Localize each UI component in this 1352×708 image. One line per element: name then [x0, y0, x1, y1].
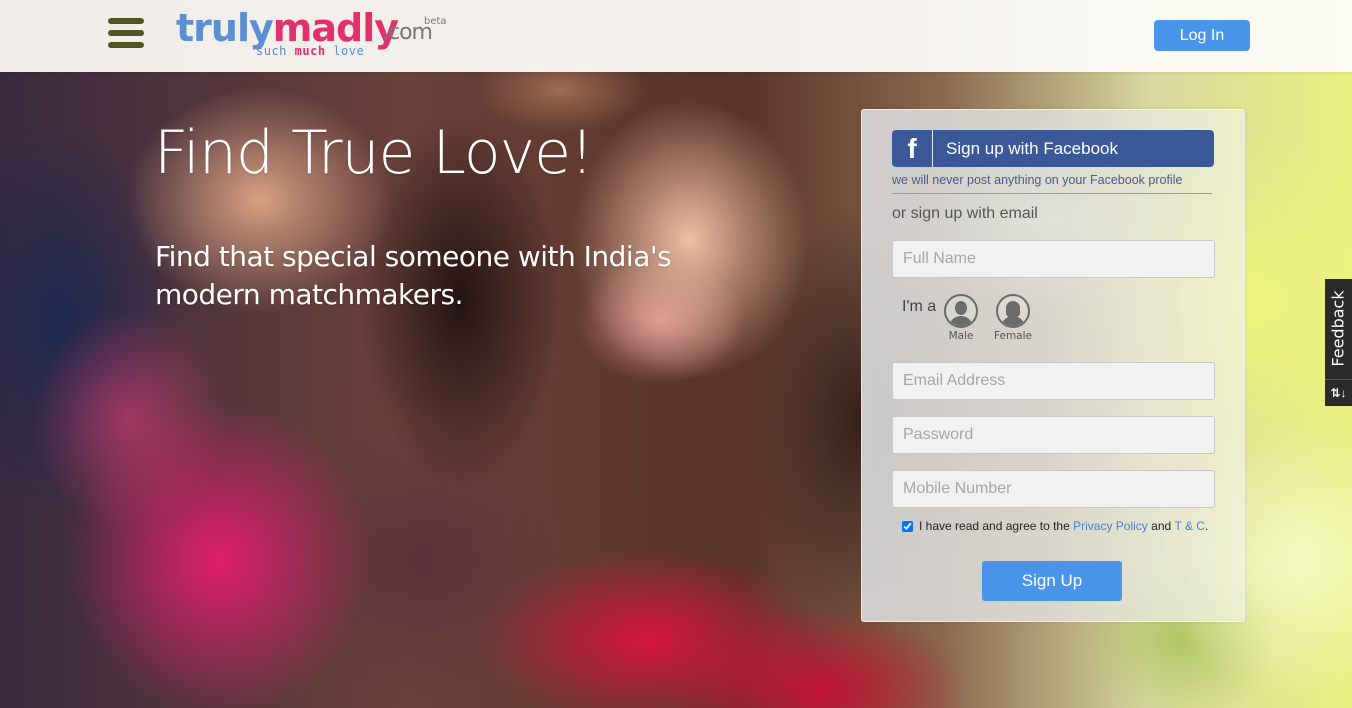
email-input[interactable]	[892, 362, 1215, 400]
full-name-input[interactable]	[892, 240, 1215, 278]
signup-panel: f Sign up with Facebook we will never po…	[861, 109, 1245, 622]
password-input[interactable]	[892, 416, 1215, 454]
feedback-label-wrap: Feedback	[1325, 279, 1352, 377]
beta-badge: beta	[424, 16, 447, 27]
terms-text-prefix: I have read and agree to the	[919, 519, 1074, 533]
terms-and-conditions-link[interactable]: T & C	[1175, 519, 1205, 533]
tagline-word: such	[256, 44, 287, 58]
terms-text-middle: and	[1147, 519, 1175, 533]
feedback-label: Feedback	[1329, 289, 1349, 367]
female-avatar-icon	[996, 294, 1030, 328]
gender-option-female[interactable]: Female	[988, 294, 1038, 342]
mobile-number-input[interactable]	[892, 470, 1215, 508]
facebook-privacy-note: we will never post anything on your Face…	[892, 173, 1183, 187]
feedback-tab[interactable]: Feedback ⇅↓	[1325, 279, 1352, 406]
gender-option-male[interactable]: Male	[936, 294, 986, 342]
gender-label-male: Male	[948, 330, 974, 342]
terms-text-suffix: .	[1204, 519, 1209, 533]
facebook-icon: f	[892, 130, 933, 167]
facebook-signup-button[interactable]: f Sign up with Facebook	[892, 130, 1214, 167]
divider	[892, 193, 1212, 194]
tagline-word: much	[294, 44, 326, 58]
email-signup-heading: or sign up with email	[892, 205, 1038, 222]
menu-bar	[108, 42, 144, 48]
menu-bar	[108, 30, 144, 36]
gender-prompt: I'm a	[902, 298, 937, 315]
login-button[interactable]: Log In	[1154, 20, 1250, 51]
tagline-word: love	[333, 44, 365, 58]
privacy-policy-link[interactable]: Privacy Policy	[1073, 519, 1148, 533]
site-header: trulymadly .com beta such much love Log …	[0, 0, 1352, 72]
hero-title: Find True Love!	[154, 118, 594, 188]
feedback-sort-icon: ⇅↓	[1325, 379, 1352, 406]
trulymadly-logo[interactable]: trulymadly .com beta such much love	[176, 6, 447, 62]
menu-bar	[108, 18, 144, 24]
gender-label-female: Female	[994, 330, 1032, 342]
male-avatar-icon	[944, 294, 978, 328]
terms-checkbox[interactable]	[902, 520, 913, 532]
terms-agreement: I have read and agree to the Privacy Pol…	[902, 519, 1208, 533]
logo-tagline: such much love	[256, 44, 364, 58]
facebook-signup-label: Sign up with Facebook	[946, 138, 1118, 158]
hamburger-menu-icon[interactable]	[108, 18, 144, 48]
hero-subtitle: Find that special someone with India's m…	[155, 240, 672, 311]
sign-up-button[interactable]: Sign Up	[982, 561, 1122, 601]
